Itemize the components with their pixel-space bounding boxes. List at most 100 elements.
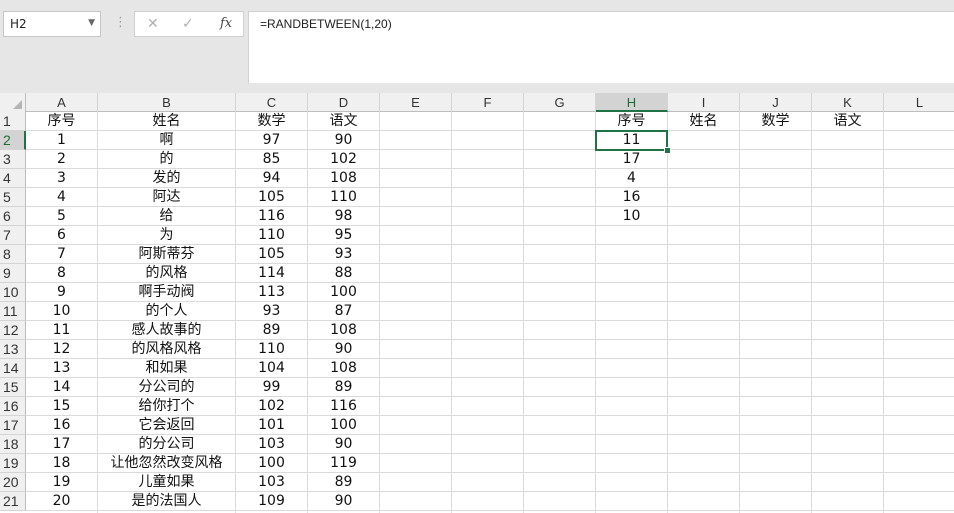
cell-a21[interactable]: 20 <box>26 492 97 511</box>
cell-h1[interactable]: 序号 <box>596 112 667 131</box>
column-header-e[interactable]: E <box>380 93 452 112</box>
fx-icon[interactable]: fx <box>220 16 232 31</box>
cell-c20[interactable]: 103 <box>236 473 307 492</box>
cell-d19[interactable]: 119 <box>308 454 379 473</box>
cell-c4[interactable]: 94 <box>236 169 307 188</box>
cell-a19[interactable]: 18 <box>26 454 97 473</box>
cell-b6[interactable]: 给 <box>98 207 235 226</box>
cell-h3[interactable]: 17 <box>596 150 667 169</box>
row-header-13[interactable]: 13 <box>0 340 26 359</box>
cell-b8[interactable]: 阿斯蒂芬 <box>98 245 235 264</box>
cell-c1[interactable]: 数学 <box>236 112 307 131</box>
cell-i1[interactable]: 姓名 <box>668 112 739 131</box>
cell-c8[interactable]: 105 <box>236 245 307 264</box>
column-header-b[interactable]: B <box>98 93 236 112</box>
row-header-17[interactable]: 17 <box>0 416 26 435</box>
cell-d7[interactable]: 95 <box>308 226 379 245</box>
cell-c16[interactable]: 102 <box>236 397 307 416</box>
cell-a6[interactable]: 5 <box>26 207 97 226</box>
kebab-icon[interactable]: ⋮ <box>114 15 127 30</box>
cell-b7[interactable]: 为 <box>98 226 235 245</box>
row-header-4[interactable]: 4 <box>0 169 26 188</box>
cell-h6[interactable]: 10 <box>596 207 667 226</box>
fill-handle[interactable] <box>664 147 671 154</box>
cell-b15[interactable]: 分公司的 <box>98 378 235 397</box>
cell-a5[interactable]: 4 <box>26 188 97 207</box>
column-header-g[interactable]: G <box>524 93 596 112</box>
row-header-7[interactable]: 7 <box>0 226 26 245</box>
cell-c2[interactable]: 97 <box>236 131 307 150</box>
cell-b3[interactable]: 的 <box>98 150 235 169</box>
column-header-k[interactable]: K <box>812 93 884 112</box>
cell-d16[interactable]: 116 <box>308 397 379 416</box>
select-all-icon[interactable] <box>13 100 22 109</box>
cell-h4[interactable]: 4 <box>596 169 667 188</box>
name-box-value[interactable]: H2 <box>10 17 27 31</box>
cell-b4[interactable]: 发的 <box>98 169 235 188</box>
row-header-9[interactable]: 9 <box>0 264 26 283</box>
close-icon[interactable]: ✕ <box>147 16 159 32</box>
cell-j1[interactable]: 数学 <box>740 112 811 131</box>
row-header-2[interactable]: 2 <box>0 131 26 150</box>
row-header-16[interactable]: 16 <box>0 397 26 416</box>
cell-b17[interactable]: 它会返回 <box>98 416 235 435</box>
cell-c21[interactable]: 109 <box>236 492 307 511</box>
row-header-19[interactable]: 19 <box>0 454 26 473</box>
column-header-c[interactable]: C <box>236 93 308 112</box>
cell-d6[interactable]: 98 <box>308 207 379 226</box>
cell-d17[interactable]: 100 <box>308 416 379 435</box>
cell-d18[interactable]: 90 <box>308 435 379 454</box>
cell-b12[interactable]: 感人故事的 <box>98 321 235 340</box>
row-header-3[interactable]: 3 <box>0 150 26 169</box>
cell-c13[interactable]: 110 <box>236 340 307 359</box>
cell-b10[interactable]: 啊手动阀 <box>98 283 235 302</box>
cell-c18[interactable]: 103 <box>236 435 307 454</box>
cell-c19[interactable]: 100 <box>236 454 307 473</box>
cell-k1[interactable]: 语文 <box>812 112 883 131</box>
cell-d1[interactable]: 语文 <box>308 112 379 131</box>
cell-c11[interactable]: 93 <box>236 302 307 321</box>
cell-a7[interactable]: 6 <box>26 226 97 245</box>
cell-c17[interactable]: 101 <box>236 416 307 435</box>
cell-d2[interactable]: 90 <box>308 131 379 150</box>
cell-b14[interactable]: 和如果 <box>98 359 235 378</box>
cell-a11[interactable]: 10 <box>26 302 97 321</box>
cell-c5[interactable]: 105 <box>236 188 307 207</box>
cell-b16[interactable]: 给你打个 <box>98 397 235 416</box>
cell-a13[interactable]: 12 <box>26 340 97 359</box>
cell-a16[interactable]: 15 <box>26 397 97 416</box>
formula-input[interactable]: =RANDBETWEEN(1,20) <box>248 11 954 83</box>
row-header-21[interactable]: 21 <box>0 492 26 511</box>
cell-a14[interactable]: 13 <box>26 359 97 378</box>
cell-b9[interactable]: 的风格 <box>98 264 235 283</box>
cell-b1[interactable]: 姓名 <box>98 112 235 131</box>
row-header-8[interactable]: 8 <box>0 245 26 264</box>
cell-h5[interactable]: 16 <box>596 188 667 207</box>
cell-a4[interactable]: 3 <box>26 169 97 188</box>
cell-d12[interactable]: 108 <box>308 321 379 340</box>
row-header-18[interactable]: 18 <box>0 435 26 454</box>
column-header-f[interactable]: F <box>452 93 524 112</box>
name-box[interactable]: H2 ▼ <box>3 11 101 37</box>
select-all-button[interactable] <box>0 93 26 112</box>
cell-d14[interactable]: 108 <box>308 359 379 378</box>
cell-d9[interactable]: 88 <box>308 264 379 283</box>
cell-b19[interactable]: 让他忽然改变风格 <box>98 454 235 473</box>
cell-d10[interactable]: 100 <box>308 283 379 302</box>
cell-a1[interactable]: 序号 <box>26 112 97 131</box>
cell-d20[interactable]: 89 <box>308 473 379 492</box>
row-header-1[interactable]: 1 <box>0 112 26 131</box>
cell-d15[interactable]: 89 <box>308 378 379 397</box>
row-header-12[interactable]: 12 <box>0 321 26 340</box>
cell-a3[interactable]: 2 <box>26 150 97 169</box>
row-header-6[interactable]: 6 <box>0 207 26 226</box>
cell-a17[interactable]: 16 <box>26 416 97 435</box>
cell-a15[interactable]: 14 <box>26 378 97 397</box>
row-header-15[interactable]: 15 <box>0 378 26 397</box>
cell-d8[interactable]: 93 <box>308 245 379 264</box>
cell-c6[interactable]: 116 <box>236 207 307 226</box>
cell-b11[interactable]: 的个人 <box>98 302 235 321</box>
cell-b5[interactable]: 阿达 <box>98 188 235 207</box>
column-header-h[interactable]: H <box>596 93 668 112</box>
cell-a20[interactable]: 19 <box>26 473 97 492</box>
